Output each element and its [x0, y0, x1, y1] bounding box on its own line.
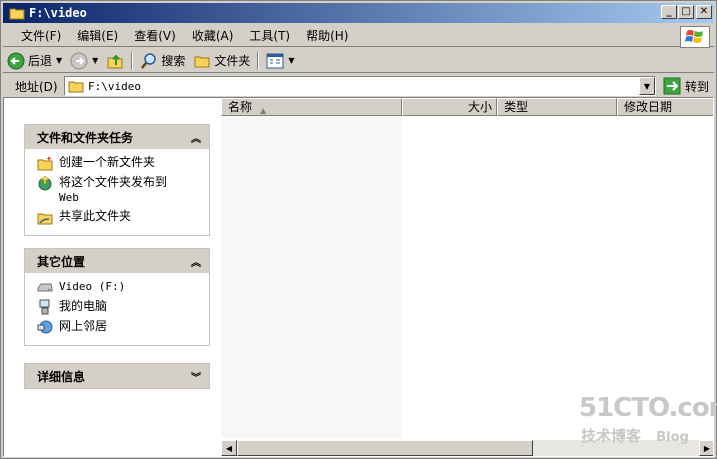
- task-publish-web[interactable]: 将这个文件夹发布到 Web: [37, 175, 201, 205]
- address-value: F:\video: [88, 79, 141, 93]
- toolbar-separator: [131, 51, 134, 70]
- task-label: 共享此文件夹: [59, 209, 132, 223]
- panel-title: 详细信息: [37, 369, 86, 384]
- details-header[interactable]: 详细信息 ︾: [25, 364, 209, 388]
- forward-dropdown-icon[interactable]: ▼: [92, 56, 98, 65]
- file-list[interactable]: [221, 116, 713, 438]
- back-dropdown-icon[interactable]: ▼: [56, 56, 62, 65]
- search-icon: [141, 52, 157, 69]
- address-input[interactable]: F:\video ▼: [64, 76, 656, 96]
- watermark-sub: 技术博客: [581, 427, 642, 445]
- toolbar: 后退 ▼ ▼ 搜索 文件夹 ▼: [3, 49, 714, 73]
- scroll-right-button[interactable]: ▶: [699, 440, 713, 456]
- folders-label: 文件夹: [214, 54, 251, 68]
- publish-web-icon: [38, 175, 52, 191]
- task-pane: 文件和文件夹任务 ︽ 创建一个新文件夹 将这个文件夹发布到 Web 共享此文件夹…: [4, 98, 221, 456]
- close-button[interactable]: ✕: [696, 5, 712, 19]
- task-share-folder[interactable]: 共享此文件夹: [37, 209, 201, 225]
- column-size[interactable]: 大小: [402, 98, 497, 116]
- toolbar-separator: [257, 51, 260, 70]
- scroll-thumb[interactable]: [237, 440, 533, 456]
- place-label: 我的电脑: [59, 299, 108, 313]
- file-folder-tasks-header[interactable]: 文件和文件夹任务 ︽: [25, 125, 209, 149]
- forward-button[interactable]: ▼: [66, 50, 102, 72]
- minimize-button[interactable]: _: [661, 5, 677, 19]
- chevron-down-icon[interactable]: ︾: [191, 369, 201, 384]
- scroll-left-button[interactable]: ◀: [221, 440, 237, 456]
- windows-logo-icon: [680, 26, 710, 48]
- up-folder-icon: [107, 54, 123, 68]
- new-folder-icon: [37, 156, 53, 171]
- folders-icon: [194, 56, 210, 67]
- maximize-button[interactable]: □: [678, 5, 694, 19]
- explorer-window: F:\video _ □ ✕ 文件(F) 编辑(E) 查看(V) 收藏(A) 工…: [0, 0, 717, 459]
- forward-arrow-icon: [70, 52, 88, 69]
- file-folder-tasks-panel: 文件和文件夹任务 ︽ 创建一个新文件夹 将这个文件夹发布到 Web 共享此文件夹: [24, 124, 210, 236]
- share-folder-icon: [37, 213, 53, 225]
- computer-icon: [39, 299, 50, 315]
- place-network[interactable]: 网上邻居: [37, 319, 201, 335]
- folder-icon: [9, 8, 25, 20]
- watermark-blog: Blog: [656, 430, 689, 445]
- column-name[interactable]: 名称 ▲: [221, 98, 402, 116]
- column-type[interactable]: 类型: [497, 98, 617, 116]
- place-label: 网上邻居: [59, 319, 108, 333]
- views-icon: [266, 53, 284, 68]
- back-arrow-icon: [7, 52, 25, 69]
- chevron-up-icon[interactable]: ︽: [191, 254, 201, 269]
- sorted-column-highlight: [221, 116, 402, 438]
- go-arrow-icon: [663, 77, 681, 95]
- chevron-up-icon[interactable]: ︽: [191, 130, 201, 145]
- column-label: 类型: [504, 100, 529, 114]
- network-icon: [37, 320, 53, 334]
- up-folder-button[interactable]: [102, 50, 128, 72]
- drive-icon: [37, 283, 53, 292]
- panel-title: 文件和文件夹任务: [37, 130, 134, 145]
- views-button[interactable]: ▼: [262, 50, 298, 72]
- search-button[interactable]: 搜索: [136, 50, 189, 72]
- go-label: 转到: [685, 79, 710, 94]
- menu-view[interactable]: 查看(V): [126, 26, 184, 46]
- other-places-header[interactable]: 其它位置 ︽: [25, 249, 209, 273]
- back-button[interactable]: 后退 ▼: [3, 50, 66, 72]
- column-label: 大小: [467, 100, 492, 114]
- task-label: 创建一个新文件夹: [59, 155, 156, 169]
- column-label: 名称: [228, 100, 253, 114]
- folder-icon: [68, 81, 84, 93]
- task-label-web: Web: [59, 191, 79, 204]
- title-bar[interactable]: F:\video _ □ ✕: [3, 3, 714, 23]
- column-label: 修改日期: [624, 100, 673, 114]
- back-label: 后退: [28, 54, 53, 68]
- column-headers: 名称 ▲ 大小 类型 修改日期: [221, 98, 713, 116]
- views-dropdown-icon: ▼: [288, 56, 295, 65]
- task-new-folder[interactable]: 创建一个新文件夹: [37, 155, 201, 171]
- menu-help[interactable]: 帮助(H): [298, 26, 356, 46]
- address-dropdown-button[interactable]: ▼: [639, 77, 655, 95]
- menu-edit[interactable]: 编辑(E): [69, 26, 126, 46]
- menu-bar: 文件(F) 编辑(E) 查看(V) 收藏(A) 工具(T) 帮助(H): [3, 25, 714, 48]
- watermark-site: 51CTO.com: [579, 393, 717, 423]
- address-bar: 地址(D) F:\video ▼ 转到: [3, 75, 714, 97]
- details-panel: 详细信息 ︾: [24, 363, 210, 389]
- menu-file[interactable]: 文件(F): [3, 26, 69, 46]
- folders-button[interactable]: 文件夹: [189, 50, 254, 72]
- watermark: 51CTO.com 技术博客 Blog: [579, 393, 717, 445]
- menu-favorites[interactable]: 收藏(A): [184, 26, 242, 46]
- search-label: 搜索: [161, 54, 186, 68]
- panel-title: 其它位置: [37, 254, 86, 269]
- place-label: Video (F:): [59, 280, 126, 293]
- column-date-modified[interactable]: 修改日期: [617, 98, 713, 116]
- menu-tools[interactable]: 工具(T): [241, 26, 298, 46]
- other-places-panel: 其它位置 ︽ Video (F:) 我的电脑 网上邻居: [24, 248, 210, 346]
- go-button[interactable]: 转到: [663, 76, 709, 96]
- address-label: 地址(D): [15, 79, 58, 94]
- window-title: F:\video: [29, 6, 87, 20]
- place-video-drive[interactable]: Video (F:): [37, 279, 201, 295]
- task-label: 将这个文件夹发布到: [59, 175, 168, 189]
- place-my-computer[interactable]: 我的电脑: [37, 299, 201, 315]
